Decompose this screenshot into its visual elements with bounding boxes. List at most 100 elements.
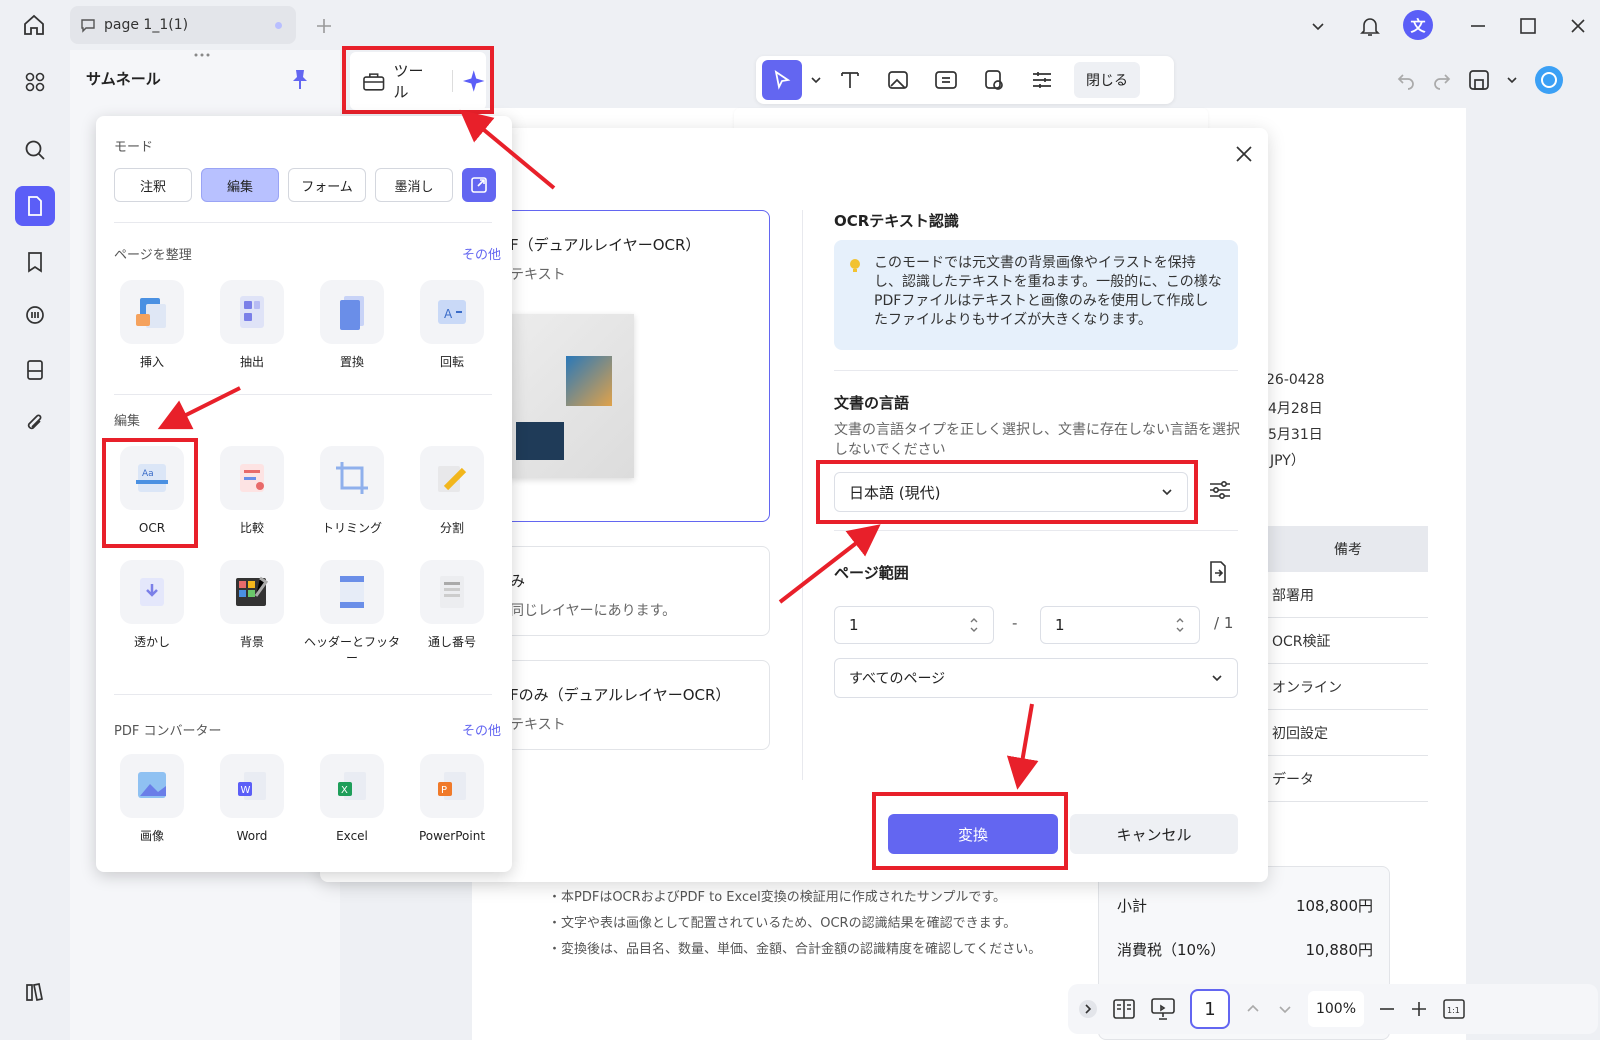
grid-icon[interactable] [15,62,55,102]
subtotal-label: 小計 [1117,897,1148,915]
close-edit-button[interactable]: 閉じる [1074,62,1140,98]
mode-form-button[interactable]: フォーム [288,168,366,202]
mode-annotate-button[interactable]: 注釈 [114,168,192,202]
next-page-icon[interactable] [1276,1000,1294,1018]
bell-icon[interactable] [1356,12,1384,40]
previous-page-icon[interactable] [1244,1000,1262,1018]
page-subset-value: すべてのページ [849,671,946,687]
range-from-input[interactable]: 1 [834,606,994,644]
chevron-down-icon[interactable] [810,74,822,86]
select-tool-button[interactable] [762,60,802,100]
svg-text:A: A [444,307,453,321]
ocr-preview-image [510,314,634,478]
expand-icon[interactable] [1078,999,1098,1019]
page-range-heading: ページ範囲 [834,564,909,582]
link-tool-button[interactable] [926,60,966,100]
zoom-level[interactable]: 100% [1308,991,1364,1027]
page-layout-icon[interactable] [1112,998,1136,1020]
maximize-icon[interactable] [1514,12,1542,40]
presentation-icon[interactable] [1150,997,1176,1021]
tax-value: 10,880円 [1305,941,1374,959]
doc-note: ・文字や表は画像として配置されているため、OCRの認識結果を確認できます。 [548,916,1017,931]
minimize-icon[interactable] [1464,12,1492,40]
stamp-tool-button[interactable] [974,60,1014,100]
ocr-info-box: このモードでは元文書の背景画像やイラストを保持し、認識したテキストを重ねます。一… [834,240,1238,350]
converter-more-link[interactable]: その他 [462,720,501,739]
highlight-box [816,460,1198,524]
page-range-icon[interactable] [1206,560,1232,586]
stepper-icon[interactable] [969,616,979,634]
tool-convert-image[interactable]: 画像 [102,754,202,844]
edit-section-label: 編集 [114,414,141,429]
tool-split[interactable]: 分割 [402,446,502,536]
text-tool-button[interactable] [830,60,870,100]
header-footer-icon [320,560,384,624]
document-icon[interactable] [15,350,55,390]
range-to-input[interactable]: 1 [1040,606,1200,644]
redo-icon[interactable] [1432,70,1452,90]
language-settings-icon[interactable] [1208,478,1234,504]
tool-background[interactable]: 背景 [202,560,302,650]
actual-size-icon[interactable]: 1:1 [1442,998,1466,1020]
sliders-icon [1033,72,1051,88]
tool-header-footer[interactable]: ヘッダーとフッター [302,560,402,666]
excel-icon: X [320,754,384,818]
tool-replace[interactable]: 置換 [302,280,402,370]
tool-label: ヘッダーとフッター [303,635,400,665]
doc-note: ・本PDFはOCRおよびPDF to Excel変換の検証用に作成されたサンプル… [548,890,1007,905]
zoom-in-icon[interactable] [1410,1000,1428,1018]
save-icon[interactable] [1468,69,1490,91]
image-tool-button[interactable] [878,60,918,100]
page-subset-select[interactable]: すべてのページ [834,658,1238,698]
chevron-down-icon[interactable] [1306,14,1330,38]
drag-handle-icon[interactable] [190,52,214,62]
home-icon[interactable] [18,10,50,40]
new-tab-icon[interactable] [312,14,336,38]
cancel-button[interactable]: キャンセル [1070,814,1238,854]
undo-icon[interactable] [1396,70,1416,90]
attachment-icon[interactable] [15,404,55,444]
page-number-input[interactable]: 1 [1190,989,1230,1029]
tool-crop[interactable]: トリミング [302,446,402,536]
tool-rotate[interactable]: A 回転 [402,280,502,370]
mode-edit-button[interactable]: 編集 [201,168,279,202]
tool-label: 回転 [439,355,464,369]
tool-watermark[interactable]: 透かし [102,560,202,650]
close-window-icon[interactable] [1564,12,1592,40]
mode-redact-button[interactable]: 墨消し [375,168,453,202]
tool-convert-word[interactable]: W Word [202,754,302,844]
search-icon[interactable] [15,130,55,170]
tool-bates-number[interactable]: 通し番号 [402,560,502,650]
word-icon: W [220,754,284,818]
document-tab[interactable]: page 1_1(1) [70,6,296,44]
tool-label: Word [236,829,268,843]
document-tab-label: page 1_1(1) [104,17,189,33]
tool-label: 比較 [239,521,264,535]
chevron-down-icon[interactable] [1506,74,1518,86]
zoom-out-icon[interactable] [1378,1000,1396,1018]
library-icon[interactable] [15,972,55,1012]
table-row: オンライン [1268,664,1428,710]
replace-pages-icon [320,280,384,344]
comment-list-icon[interactable] [15,296,55,336]
tool-extract[interactable]: 抽出 [202,280,302,370]
option-title: み [510,572,526,590]
organize-more-link[interactable]: その他 [462,244,501,263]
highlight-box [342,46,494,114]
bookmark-icon[interactable] [15,242,55,282]
open-external-button[interactable] [462,168,496,202]
pin-icon[interactable] [290,68,312,90]
pages-icon[interactable] [15,186,55,226]
stepper-icon[interactable] [1175,616,1185,634]
ai-assistant-icon[interactable] [1534,65,1564,95]
stamp-icon [985,70,1003,90]
tool-convert-excel[interactable]: X Excel [302,754,402,844]
avatar[interactable]: 文 [1403,10,1433,40]
tool-insert[interactable]: 挿入 [102,280,202,370]
tool-compare[interactable]: 比較 [202,446,302,536]
settings-tool-button[interactable] [1022,60,1062,100]
close-icon[interactable] [1234,144,1258,168]
comment-icon [81,19,95,33]
right-toolbar [1386,56,1586,104]
tool-convert-powerpoint[interactable]: P PowerPoint [402,754,502,844]
